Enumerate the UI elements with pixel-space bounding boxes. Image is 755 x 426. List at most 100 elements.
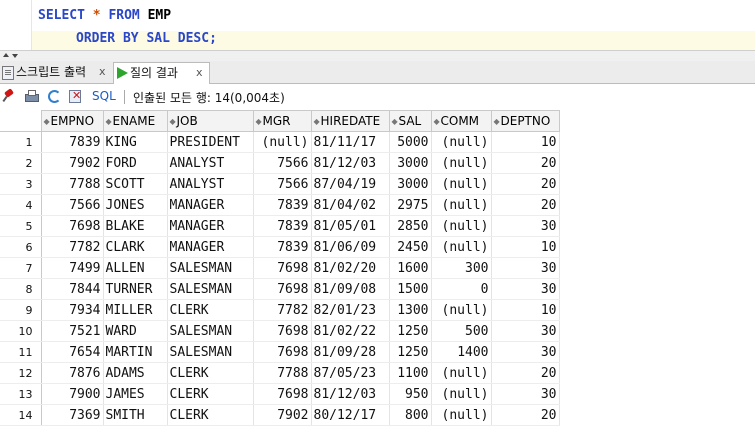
table-row[interactable]: 3 7788 SCOTT ANALYST 7566 87/04/19 3000 (null) 2…: [0, 173, 560, 195]
cell-deptno[interactable]: 20: [491, 194, 560, 216]
column-header-job[interactable]: ◆JOB: [166, 110, 254, 132]
cell-hiredate[interactable]: 81/02/22: [311, 320, 390, 342]
cell-comm[interactable]: (null): [431, 131, 492, 153]
cell-empno[interactable]: 7788: [41, 173, 104, 195]
table-row[interactable]: 2 7902 FORD ANALYST 7566 81/12/03 3000 (null) 20: [0, 152, 560, 174]
row-number[interactable]: 3: [0, 173, 42, 195]
cell-ename[interactable]: ALLEN: [103, 257, 168, 279]
cell-comm[interactable]: (null): [431, 152, 492, 174]
cell-ename[interactable]: TURNER: [103, 278, 168, 300]
cell-empno[interactable]: 7844: [41, 278, 104, 300]
sort-icon[interactable]: ◆: [106, 117, 113, 126]
result-grid[interactable]: ◆EMPNO ◆ENAME ◆JOB ◆MGR ◆HIREDATE ◆SAL ◆COMM ◆D…: [0, 110, 755, 426]
cell-mgr[interactable]: 7782: [253, 299, 312, 321]
row-number[interactable]: 1: [0, 131, 42, 153]
sql-button[interactable]: SQL: [92, 89, 116, 103]
table-row[interactable]: 14 7369 SMITH CLERK 7902 80/12/17 800 (null) 20: [0, 404, 560, 426]
cell-hiredate[interactable]: 81/06/09: [311, 236, 390, 258]
column-header-ename[interactable]: ◆ENAME: [102, 110, 168, 132]
sort-icon[interactable]: ◆: [170, 117, 177, 126]
column-header-sal[interactable]: ◆SAL: [388, 110, 432, 132]
table-row[interactable]: 7 7499 ALLEN SALESMAN 7698 81/02/20 1600 300 30: [0, 257, 560, 279]
cell-sal[interactable]: 1250: [389, 341, 432, 363]
cell-deptno[interactable]: 30: [491, 320, 560, 342]
sql-editor[interactable]: SELECT * FROM EMP ORDER BY SAL DESC;: [0, 0, 755, 50]
sort-icon[interactable]: ◆: [314, 117, 321, 126]
cell-mgr[interactable]: 7698: [253, 278, 312, 300]
column-header-mgr[interactable]: ◆MGR: [252, 110, 312, 132]
cell-comm[interactable]: 1400: [431, 341, 492, 363]
cell-sal[interactable]: 3000: [389, 173, 432, 195]
cell-hiredate[interactable]: 81/02/20: [311, 257, 390, 279]
row-number[interactable]: 4: [0, 194, 42, 216]
cell-mgr[interactable]: 7698: [253, 383, 312, 405]
cell-hiredate[interactable]: 81/09/28: [311, 341, 390, 363]
cell-sal[interactable]: 5000: [389, 131, 432, 153]
cell-job[interactable]: CLERK: [167, 362, 254, 384]
column-header-empno[interactable]: ◆EMPNO: [40, 110, 104, 132]
cell-mgr[interactable]: 7788: [253, 362, 312, 384]
cell-comm[interactable]: (null): [431, 299, 492, 321]
cell-mgr[interactable]: 7698: [253, 320, 312, 342]
cell-hiredate[interactable]: 81/12/03: [311, 383, 390, 405]
collapse-up-icon[interactable]: [3, 53, 9, 57]
cell-empno[interactable]: 7499: [41, 257, 104, 279]
sort-icon[interactable]: ◆: [434, 117, 441, 126]
cell-comm[interactable]: (null): [431, 215, 492, 237]
cell-deptno[interactable]: 10: [491, 131, 560, 153]
sort-icon[interactable]: ◆: [44, 117, 51, 126]
sort-icon[interactable]: ◆: [494, 117, 501, 126]
cell-sal[interactable]: 800: [389, 404, 432, 426]
cell-sal[interactable]: 2975: [389, 194, 432, 216]
cell-job[interactable]: SALESMAN: [167, 320, 254, 342]
table-row[interactable]: 1 7839 KING PRESIDENT (null) 81/11/17 5000 (nul…: [0, 131, 560, 153]
cell-ename[interactable]: JONES: [103, 194, 168, 216]
cell-hiredate[interactable]: 81/09/08: [311, 278, 390, 300]
table-row[interactable]: 12 7876 ADAMS CLERK 7788 87/05/23 1100 (null) 20: [0, 362, 560, 384]
cell-hiredate[interactable]: 81/05/01: [311, 215, 390, 237]
cell-empno[interactable]: 7876: [41, 362, 104, 384]
refresh-icon[interactable]: [47, 89, 61, 103]
cell-mgr[interactable]: 7902: [253, 404, 312, 426]
cell-deptno[interactable]: 10: [491, 236, 560, 258]
cell-ename[interactable]: FORD: [103, 152, 168, 174]
row-number[interactable]: 8: [0, 278, 42, 300]
cell-sal[interactable]: 1300: [389, 299, 432, 321]
tab-query-result[interactable]: 질의 결과 x: [113, 62, 210, 84]
cell-deptno[interactable]: 30: [491, 278, 560, 300]
sort-icon[interactable]: ◆: [256, 117, 263, 126]
cell-comm[interactable]: (null): [431, 194, 492, 216]
cell-empno[interactable]: 7839: [41, 131, 104, 153]
cell-mgr[interactable]: 7839: [253, 236, 312, 258]
clear-icon[interactable]: [68, 89, 82, 103]
table-row[interactable]: 10 7521 WARD SALESMAN 7698 81/02/22 1250 500 30: [0, 320, 560, 342]
cell-ename[interactable]: KING: [103, 131, 168, 153]
cell-comm[interactable]: (null): [431, 383, 492, 405]
cell-empno[interactable]: 7900: [41, 383, 104, 405]
cell-deptno[interactable]: 30: [491, 215, 560, 237]
row-number[interactable]: 7: [0, 257, 42, 279]
cell-sal[interactable]: 1100: [389, 362, 432, 384]
cell-deptno[interactable]: 30: [491, 341, 560, 363]
cell-hiredate[interactable]: 87/05/23: [311, 362, 390, 384]
row-number[interactable]: 13: [0, 383, 42, 405]
cell-mgr[interactable]: 7566: [253, 173, 312, 195]
cell-job[interactable]: MANAGER: [167, 215, 254, 237]
cell-hiredate[interactable]: 80/12/17: [311, 404, 390, 426]
cell-job[interactable]: ANALYST: [167, 152, 254, 174]
sort-icon[interactable]: ◆: [392, 117, 399, 126]
table-row[interactable]: 4 7566 JONES MANAGER 7839 81/04/02 2975 (null) 2…: [0, 194, 560, 216]
row-number[interactable]: 12: [0, 362, 42, 384]
cell-deptno[interactable]: 20: [491, 173, 560, 195]
table-row[interactable]: 11 7654 MARTIN SALESMAN 7698 81/09/28 1250 1400…: [0, 341, 560, 363]
cell-empno[interactable]: 7654: [41, 341, 104, 363]
cell-empno[interactable]: 7521: [41, 320, 104, 342]
cell-job[interactable]: SALESMAN: [167, 278, 254, 300]
cell-ename[interactable]: ADAMS: [103, 362, 168, 384]
cell-sal[interactable]: 1600: [389, 257, 432, 279]
cell-sal[interactable]: 3000: [389, 152, 432, 174]
cell-hiredate[interactable]: 81/11/17: [311, 131, 390, 153]
cell-job[interactable]: CLERK: [167, 383, 254, 405]
column-header-hiredate[interactable]: ◆HIREDATE: [310, 110, 390, 132]
cell-ename[interactable]: SCOTT: [103, 173, 168, 195]
